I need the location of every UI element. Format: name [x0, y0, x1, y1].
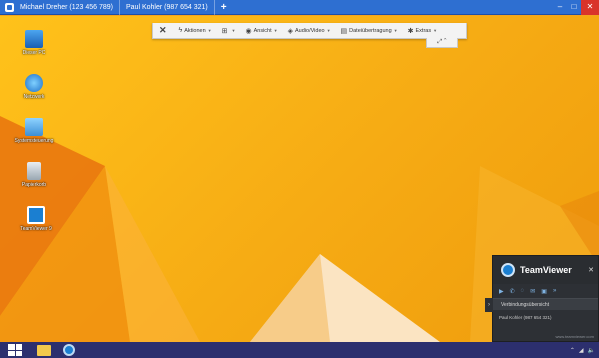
computer-icon — [25, 30, 43, 48]
network-icon — [25, 74, 43, 92]
menu-aktionen[interactable]: ϟ Aktionen ▼ — [179, 27, 212, 34]
panel-expand-tab[interactable]: › — [485, 298, 493, 312]
add-session-button[interactable]: + — [215, 0, 233, 15]
desktop-icon-label: Systemsteuerung — [14, 138, 54, 144]
desktop-icon-recycle-bin[interactable]: Papierkorb — [12, 162, 56, 188]
menu-dateiuebertragung[interactable]: ▤ Dateiübertragung ▼ — [341, 27, 398, 35]
session-tab-michael[interactable]: Michael Dreher (123 456 789) — [14, 0, 120, 15]
maximize-button[interactable]: □ — [567, 0, 581, 15]
volume-icon[interactable]: 🔈 — [588, 347, 595, 354]
network-status-icon[interactable]: ◢ — [579, 347, 584, 354]
menu-windows[interactable]: ⊞ ▼ — [222, 27, 236, 35]
teamviewer-app-icon — [5, 2, 14, 12]
session-tab-paul[interactable]: Paul Kohler (987 654 321) — [120, 0, 215, 15]
desktop-icon-label: Dieser PC — [22, 50, 46, 56]
connection-overview-header[interactable]: Verbindungsübersicht — [493, 298, 598, 310]
windows-icon: ⊞ — [221, 27, 228, 35]
tools-icon: ✱ — [407, 27, 414, 35]
chat-icon: ◈ — [287, 27, 293, 35]
chevron-down-icon: ▼ — [231, 28, 236, 33]
chevron-down-icon: ▼ — [393, 28, 398, 33]
session-titlebar: Michael Dreher (123 456 789) Paul Kohler… — [0, 0, 599, 15]
recycle-bin-icon — [27, 162, 41, 180]
desktop-icon-control-panel[interactable]: Systemsteuerung — [12, 118, 56, 144]
chevron-down-icon: ▼ — [207, 28, 212, 33]
teamviewer-panel: › TeamViewer ✕ ▶ ✆ ◌ ✉ ▣ » Verbindungsüb… — [485, 255, 599, 342]
menu-audio-video[interactable]: ◈ Audio/Video ▼ — [288, 27, 331, 35]
control-panel-icon — [25, 118, 43, 136]
taskbar: ⌃ ◢ 🔈 — [0, 342, 599, 358]
teamviewer-panel-header: TeamViewer ✕ — [493, 256, 598, 284]
connection-row[interactable]: Paul Kohler (987 654 321) — [493, 310, 598, 326]
more-icon[interactable]: » — [553, 288, 556, 294]
system-tray: ⌃ ◢ 🔈 — [566, 342, 595, 358]
menu-ansicht-label: Ansicht — [253, 27, 272, 34]
desktop-icon-label: Papierkorb — [21, 182, 47, 188]
file-transfer-icon: ▤ — [340, 27, 348, 35]
teamviewer-taskbar-icon[interactable] — [63, 344, 75, 356]
teamviewer-logo-icon — [501, 263, 515, 277]
file-icon[interactable]: ▣ — [541, 288, 547, 295]
lightning-icon: ϟ — [178, 27, 183, 34]
remote-control-toolbar: ✕ ϟ Aktionen ▼ ⊞ ▼ ◉ Ansicht ▼ ◈ Audio/V… — [152, 23, 467, 39]
menu-dateiuebertragung-label: Dateiübertragung — [349, 27, 392, 34]
toolbar-close-button[interactable]: ✕ — [159, 25, 167, 36]
message-icon[interactable]: ✉ — [530, 288, 535, 295]
toolbar-collapse-handle[interactable]: ⤢ ⌃ — [426, 38, 458, 48]
chat-icon[interactable]: ◌ — [521, 288, 525, 294]
panel-close-button[interactable]: ✕ — [588, 266, 594, 274]
menu-extras[interactable]: ✱ Extras ▼ — [408, 27, 437, 35]
desktop-icon-network[interactable]: Netzwerk — [12, 74, 56, 100]
panel-footer-link[interactable]: www.teamviewer.com — [556, 334, 594, 339]
video-icon[interactable]: ▶ — [499, 288, 504, 295]
teamviewer-icon — [27, 206, 45, 224]
chevron-down-icon: ▼ — [273, 28, 278, 33]
file-explorer-icon[interactable] — [37, 344, 51, 356]
desktop-icon-this-pc[interactable]: Dieser PC — [12, 30, 56, 56]
menu-ansicht[interactable]: ◉ Ansicht ▼ — [245, 27, 277, 35]
menu-audio-video-label: Audio/Video — [295, 27, 325, 34]
panel-action-icons: ▶ ✆ ◌ ✉ ▣ » — [493, 284, 598, 298]
chevron-down-icon: ▼ — [433, 28, 438, 33]
desktop-icon-label: TeamViewer 9 — [20, 226, 52, 232]
phone-icon[interactable]: ✆ — [510, 288, 515, 295]
tray-expand-icon[interactable]: ⌃ — [570, 347, 575, 354]
menu-aktionen-label: Aktionen — [184, 27, 206, 34]
desktop-icon-teamviewer[interactable]: TeamViewer 9 — [14, 206, 58, 232]
close-button[interactable]: ✕ — [581, 0, 599, 15]
chevron-down-icon: ▼ — [326, 28, 331, 33]
teamviewer-brand: TeamViewer — [520, 265, 572, 275]
desktop-icon-label: Netzwerk — [23, 94, 45, 100]
start-button[interactable] — [8, 344, 22, 356]
menu-extras-label: Extras — [415, 27, 432, 34]
window-controls: – □ ✕ — [553, 0, 599, 15]
minimize-button[interactable]: – — [553, 0, 567, 15]
eye-icon: ◉ — [245, 27, 252, 35]
